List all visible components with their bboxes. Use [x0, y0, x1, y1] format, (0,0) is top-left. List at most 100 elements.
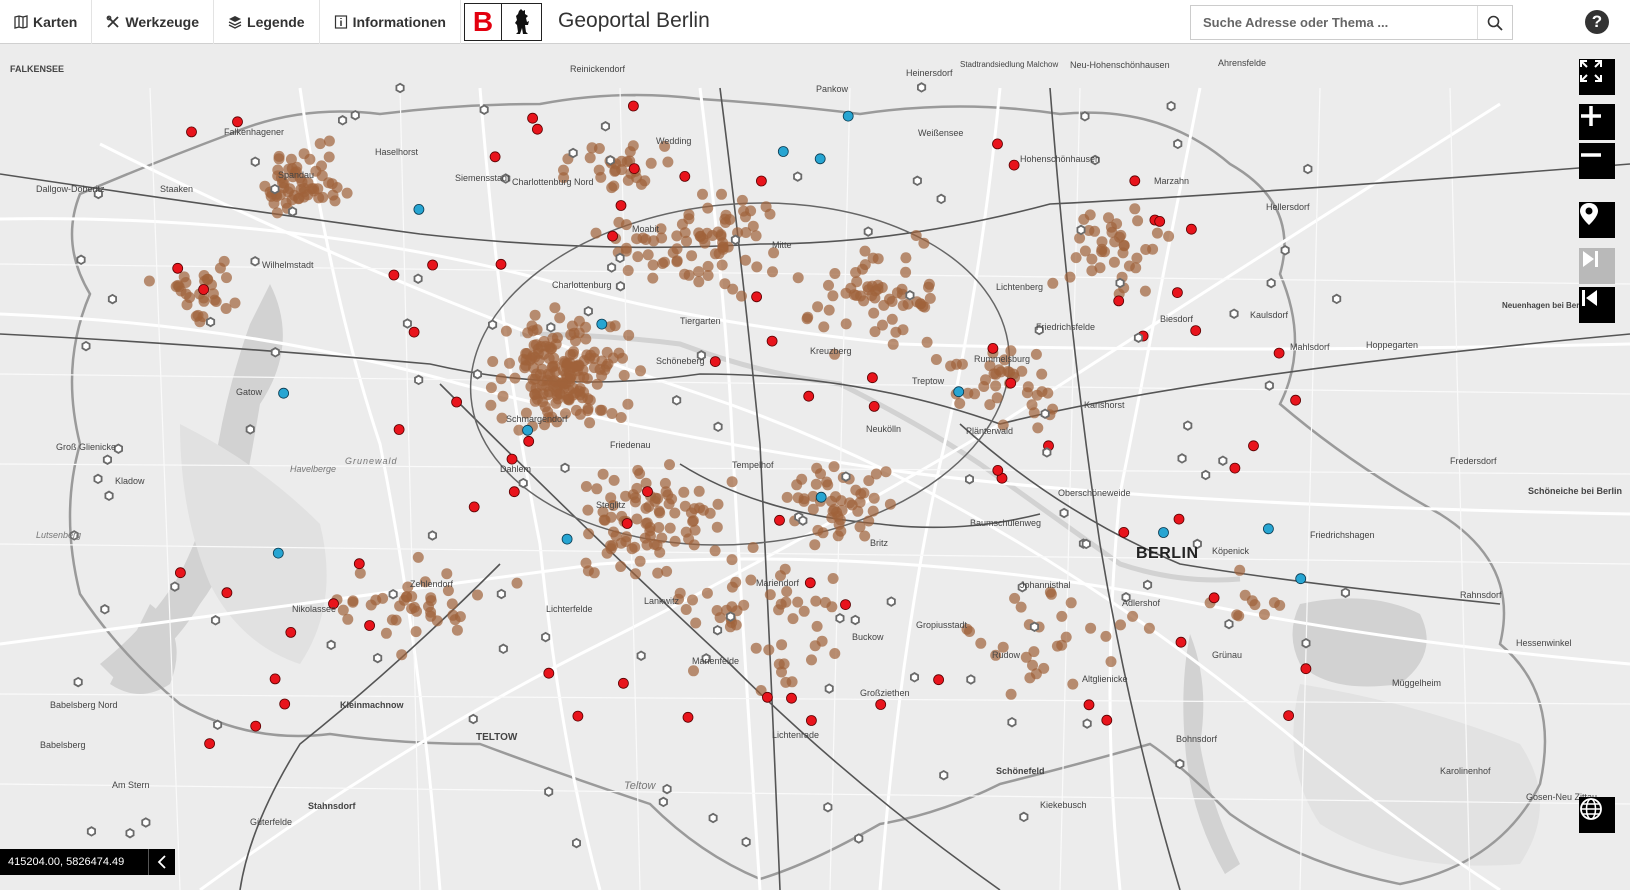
poi-marker-brown[interactable]	[921, 336, 933, 348]
poi-marker-brown[interactable]	[1118, 239, 1130, 251]
poi-marker-brown[interactable]	[568, 327, 580, 339]
poi-marker-red[interactable]	[804, 577, 816, 589]
poi-marker-red[interactable]	[186, 126, 197, 138]
poi-marker-brown[interactable]	[1028, 646, 1040, 658]
zoom-in-button[interactable]	[1579, 104, 1615, 140]
poi-marker-brown[interactable]	[738, 599, 750, 611]
poi-marker-brown[interactable]	[807, 503, 819, 515]
poi-marker-red[interactable]	[628, 100, 639, 112]
poi-marker-blue[interactable]	[413, 203, 425, 215]
poi-marker-brown[interactable]	[377, 592, 389, 604]
poi-marker-hexagon[interactable]	[798, 515, 808, 526]
poi-marker-brown[interactable]	[897, 300, 909, 311]
poi-marker-brown[interactable]	[615, 561, 627, 572]
poi-marker-brown[interactable]	[605, 511, 617, 523]
poi-marker-hexagon[interactable]	[672, 395, 682, 406]
poi-marker-brown[interactable]	[664, 522, 676, 534]
poi-marker-brown[interactable]	[990, 380, 1002, 392]
poi-marker-brown[interactable]	[831, 506, 843, 518]
poi-marker-brown[interactable]	[622, 174, 634, 186]
poi-marker-brown[interactable]	[529, 389, 541, 400]
poi-marker-brown[interactable]	[629, 496, 641, 508]
poi-marker-hexagon[interactable]	[104, 490, 114, 502]
poi-marker-brown[interactable]	[776, 639, 788, 651]
poi-marker-brown[interactable]	[341, 187, 353, 199]
poi-marker-brown[interactable]	[1115, 619, 1126, 631]
poi-marker-hexagon[interactable]	[713, 421, 723, 433]
poi-marker-hexagon[interactable]	[1133, 332, 1143, 343]
poi-marker-brown[interactable]	[1086, 265, 1098, 277]
poi-marker-red[interactable]	[1118, 526, 1130, 538]
poi-marker-hexagon[interactable]	[824, 683, 834, 694]
poi-marker-brown[interactable]	[852, 505, 864, 517]
poi-marker-hexagon[interactable]	[793, 171, 803, 182]
poi-marker-brown[interactable]	[829, 268, 841, 279]
poi-marker-brown[interactable]	[791, 479, 803, 491]
poi-marker-brown[interactable]	[956, 358, 968, 370]
search-input[interactable]	[1191, 6, 1477, 39]
poi-marker-red[interactable]	[875, 699, 887, 710]
poi-marker-hexagon[interactable]	[546, 322, 556, 333]
poi-marker-red[interactable]	[408, 326, 420, 338]
poi-marker-hexagon[interactable]	[910, 672, 919, 683]
poi-marker-brown[interactable]	[568, 346, 580, 358]
poi-marker-hexagon[interactable]	[607, 262, 617, 273]
poi-marker-hexagon[interactable]	[213, 719, 223, 731]
poi-marker-hexagon[interactable]	[905, 290, 915, 301]
poi-marker-brown[interactable]	[314, 138, 326, 150]
poi-marker-brown[interactable]	[1096, 236, 1108, 248]
poi-marker-brown[interactable]	[214, 262, 226, 274]
poi-marker-brown[interactable]	[584, 417, 596, 429]
poi-marker-blue[interactable]	[272, 547, 284, 559]
poi-marker-hexagon[interactable]	[886, 596, 896, 607]
poi-marker-brown[interactable]	[656, 232, 668, 244]
poi-marker-hexagon[interactable]	[1042, 447, 1052, 458]
poi-marker-red[interactable]	[1008, 159, 1020, 171]
poi-marker-brown[interactable]	[558, 164, 569, 176]
poi-marker-hexagon[interactable]	[472, 368, 483, 380]
poi-marker-brown[interactable]	[730, 576, 742, 588]
poi-marker-hexagon[interactable]	[605, 155, 615, 166]
poi-marker-brown[interactable]	[872, 279, 884, 291]
poi-marker-red[interactable]	[1273, 347, 1285, 359]
poi-marker-red[interactable]	[508, 486, 520, 498]
poi-marker-brown[interactable]	[631, 513, 643, 525]
poi-marker-brown[interactable]	[717, 243, 729, 255]
poi-marker-brown[interactable]	[635, 365, 646, 377]
poi-marker-brown[interactable]	[323, 151, 335, 163]
poi-marker-hexagon[interactable]	[125, 827, 135, 839]
poi-marker-brown[interactable]	[656, 532, 668, 544]
poi-marker-brown[interactable]	[780, 676, 792, 688]
poi-marker-red[interactable]	[427, 259, 439, 271]
poi-marker-red[interactable]	[762, 691, 773, 703]
poi-marker-hexagon[interactable]	[1040, 408, 1050, 419]
poi-marker-brown[interactable]	[591, 483, 603, 495]
poi-marker-brown[interactable]	[543, 353, 555, 364]
poi-marker-blue[interactable]	[814, 153, 826, 165]
poi-marker-brown[interactable]	[580, 481, 592, 492]
poi-marker-brown[interactable]	[623, 329, 635, 341]
poi-marker-brown[interactable]	[565, 370, 577, 382]
poi-marker-brown[interactable]	[869, 326, 881, 338]
poi-marker-brown[interactable]	[1108, 256, 1120, 268]
help-button[interactable]: ?	[1585, 10, 1609, 34]
poi-marker-red[interactable]	[803, 390, 815, 402]
poi-marker-brown[interactable]	[1026, 399, 1038, 411]
poi-marker-brown[interactable]	[711, 521, 723, 533]
poi-marker-brown[interactable]	[915, 298, 927, 310]
poi-marker-hexagon[interactable]	[1082, 718, 1092, 729]
poi-marker-brown[interactable]	[1067, 678, 1079, 690]
poi-marker-brown[interactable]	[591, 378, 603, 390]
poi-marker-brown[interactable]	[582, 393, 594, 405]
poi-marker-hexagon[interactable]	[479, 104, 489, 115]
poi-marker-brown[interactable]	[680, 604, 692, 615]
poi-marker-brown[interactable]	[716, 259, 728, 271]
poi-marker-brown[interactable]	[1130, 262, 1142, 274]
poi-marker-hexagon[interactable]	[560, 462, 570, 474]
poi-marker-brown[interactable]	[1131, 252, 1143, 264]
forward-button[interactable]	[1579, 248, 1615, 284]
poi-marker-red[interactable]	[618, 677, 629, 689]
poi-marker-hexagon[interactable]	[245, 424, 255, 435]
poi-marker-hexagon[interactable]	[1175, 758, 1185, 770]
poi-marker-brown[interactable]	[924, 292, 936, 304]
